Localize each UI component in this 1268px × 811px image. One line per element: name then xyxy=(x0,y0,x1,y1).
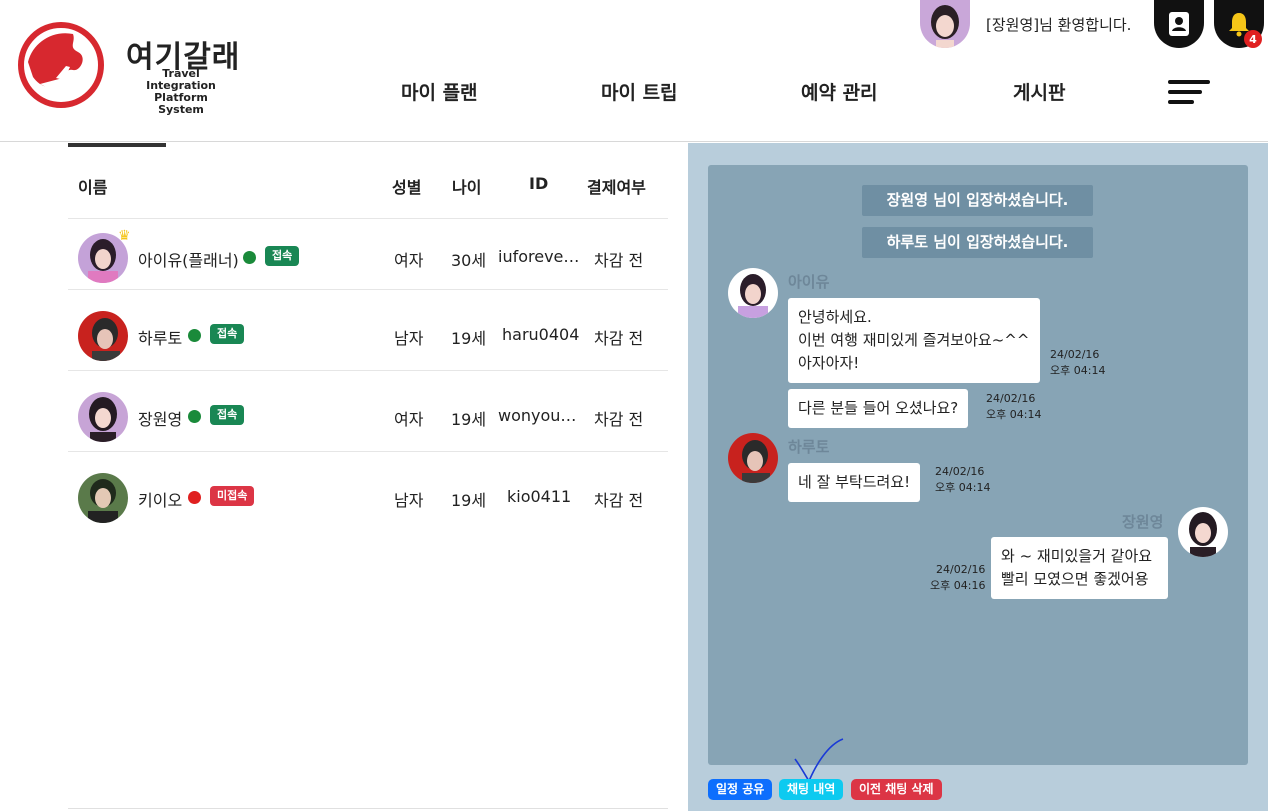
chat-line: 다른 분들 들어 오셨나요? xyxy=(798,399,959,417)
chat-line: 네 잘 부탁드려요! xyxy=(798,473,911,491)
chat-date: 24/02/16 xyxy=(935,465,985,478)
member-name: 아이유(플래너) xyxy=(138,251,239,270)
avatar xyxy=(78,311,128,361)
table-row[interactable]: ♛ 아이유(플래너) 접속 여자 30세 iuforeve… 차감 전 xyxy=(68,219,668,299)
status-badge: 접속 xyxy=(210,405,245,425)
member-gender: 남자 xyxy=(394,329,424,348)
offline-status-icon xyxy=(188,491,201,504)
col-header-age: 나이 xyxy=(452,178,482,197)
chat-timestamp: 24/02/16 오후 04:14 xyxy=(986,391,1041,423)
checkmark-annotation-icon xyxy=(794,738,844,783)
member-age: 19세 xyxy=(451,410,487,429)
member-name: 하루토 xyxy=(138,329,183,348)
member-gender: 남자 xyxy=(394,491,424,510)
chat-time: 오후 04:14 xyxy=(935,481,991,494)
member-age: 19세 xyxy=(451,491,487,510)
system-message: 장원영 님이 입장하셨습니다. xyxy=(862,185,1093,216)
member-id: haru0404 xyxy=(502,325,580,344)
member-payment: 차감 전 xyxy=(594,329,644,348)
avatar xyxy=(78,473,128,523)
member-payment: 차감 전 xyxy=(594,410,644,429)
header: 여기갈래 Travel Integration Platform System … xyxy=(0,0,1268,142)
chat-date: 24/02/16 xyxy=(986,392,1036,405)
chat-avatar[interactable] xyxy=(728,433,778,483)
menu-icon[interactable] xyxy=(1168,80,1210,104)
chat-timestamp: 24/02/16 오후 04:14 xyxy=(1050,347,1105,379)
user-avatar[interactable] xyxy=(920,0,970,48)
row-divider xyxy=(68,289,668,290)
chat-history-button[interactable]: 채팅 내역 xyxy=(779,779,844,800)
online-status-icon xyxy=(188,410,201,423)
col-header-payment: 결제여부 xyxy=(587,178,646,197)
member-payment: 차감 전 xyxy=(594,491,644,510)
chat-line: 빨리 모였으면 좋겠어용 xyxy=(1001,570,1149,588)
brand-subtitle-line2: Platform System xyxy=(154,91,208,116)
chat-sender-name: 하루토 xyxy=(788,438,830,456)
member-id: wonyou… xyxy=(498,406,577,425)
row-divider xyxy=(68,370,668,371)
delete-previous-chat-button[interactable]: 이전 채팅 삭제 xyxy=(851,779,942,800)
brand-subtitle-line1: Travel Integration xyxy=(146,67,216,92)
welcome-text: [장원영]님 환영합니다. xyxy=(986,16,1132,34)
member-gender: 여자 xyxy=(394,410,424,429)
logo-icon[interactable] xyxy=(18,22,104,108)
table-bottom-divider xyxy=(68,808,668,809)
tab-indicator xyxy=(68,143,166,147)
col-header-id: ID xyxy=(529,174,549,193)
chat-time: 오후 04:14 xyxy=(986,408,1042,421)
nav-board[interactable]: 게시판 xyxy=(1013,78,1065,105)
table-row[interactable]: 장원영 접속 여자 19세 wonyou… 차감 전 xyxy=(68,378,668,458)
contacts-button[interactable] xyxy=(1154,0,1204,48)
nav-reservation[interactable]: 예약 관리 xyxy=(801,78,878,105)
chat-bubble: 네 잘 부탁드려요! xyxy=(788,463,921,502)
nav-my-plan[interactable]: 마이 플랜 xyxy=(401,78,478,105)
chat-date: 24/02/16 xyxy=(936,563,986,576)
chat-bubble: 다른 분들 들어 오셨나요? xyxy=(788,389,969,428)
chat-line: 안녕하세요. xyxy=(798,308,872,326)
notifications-button[interactable]: 4 xyxy=(1214,0,1264,48)
nav-my-trip[interactable]: 마이 트립 xyxy=(601,78,678,105)
chat-time: 오후 04:14 xyxy=(1050,364,1106,377)
member-gender: 여자 xyxy=(394,251,424,270)
chat-bubble: 와 ~ 재미있을거 같아요 빨리 모였으면 좋겠어용 xyxy=(991,537,1168,599)
chat-bubble: 안녕하세요. 이번 여행 재미있게 즐겨보아요~^^ 아자아자! xyxy=(788,298,1040,383)
member-id: kio0411 xyxy=(507,487,572,506)
chat-timestamp: 24/02/16 오후 04:16 xyxy=(930,562,985,594)
member-age: 30세 xyxy=(451,251,487,270)
row-divider xyxy=(68,451,668,452)
brand-subtitle: Travel Integration Platform System xyxy=(133,68,229,116)
member-payment: 차감 전 xyxy=(594,251,644,270)
share-schedule-button[interactable]: 일정 공유 xyxy=(708,779,773,800)
chat-avatar[interactable] xyxy=(1178,507,1228,557)
chat-messages-area[interactable]: 장원영 님이 입장하셨습니다. 하루토 님이 입장하셨습니다. 아이유 안녕하세… xyxy=(708,165,1248,765)
chat-line: 이번 여행 재미있게 즐겨보아요~^^ xyxy=(798,331,1030,349)
table-row[interactable]: 하루토 접속 남자 19세 haru0404 차감 전 xyxy=(68,297,668,377)
chat-line: 아자아자! xyxy=(798,354,860,372)
chat-timestamp: 24/02/16 오후 04:14 xyxy=(935,464,990,496)
status-badge: 미접속 xyxy=(210,486,255,506)
chat-panel: 장원영 님이 입장하셨습니다. 하루토 님이 입장하셨습니다. 아이유 안녕하세… xyxy=(688,143,1268,811)
member-name: 장원영 xyxy=(138,410,183,429)
chat-time: 오후 04:16 xyxy=(930,579,986,592)
chat-sender-name: 아이유 xyxy=(788,273,830,291)
system-message: 하루토 님이 입장하셨습니다. xyxy=(862,227,1093,258)
chat-line: 와 ~ 재미있을거 같아요 xyxy=(1001,547,1153,565)
avatar xyxy=(78,392,128,442)
col-header-gender: 성별 xyxy=(392,178,422,197)
online-status-icon xyxy=(243,251,256,264)
member-name: 키이오 xyxy=(138,491,183,510)
col-header-name: 이름 xyxy=(78,178,108,197)
chat-sender-name: 장원영 xyxy=(1122,513,1164,531)
chat-avatar[interactable] xyxy=(728,268,778,318)
table-row[interactable]: 키이오 미접속 남자 19세 kio0411 차감 전 xyxy=(68,459,668,539)
status-badge: 접속 xyxy=(210,324,245,344)
online-status-icon xyxy=(188,329,201,342)
status-badge: 접속 xyxy=(265,246,300,266)
contact-book-icon xyxy=(1169,12,1189,36)
member-age: 19세 xyxy=(451,329,487,348)
notification-badge: 4 xyxy=(1244,30,1262,48)
crown-icon: ♛ xyxy=(118,228,131,244)
chat-date: 24/02/16 xyxy=(1050,348,1100,361)
member-id: iuforeve… xyxy=(498,247,580,266)
